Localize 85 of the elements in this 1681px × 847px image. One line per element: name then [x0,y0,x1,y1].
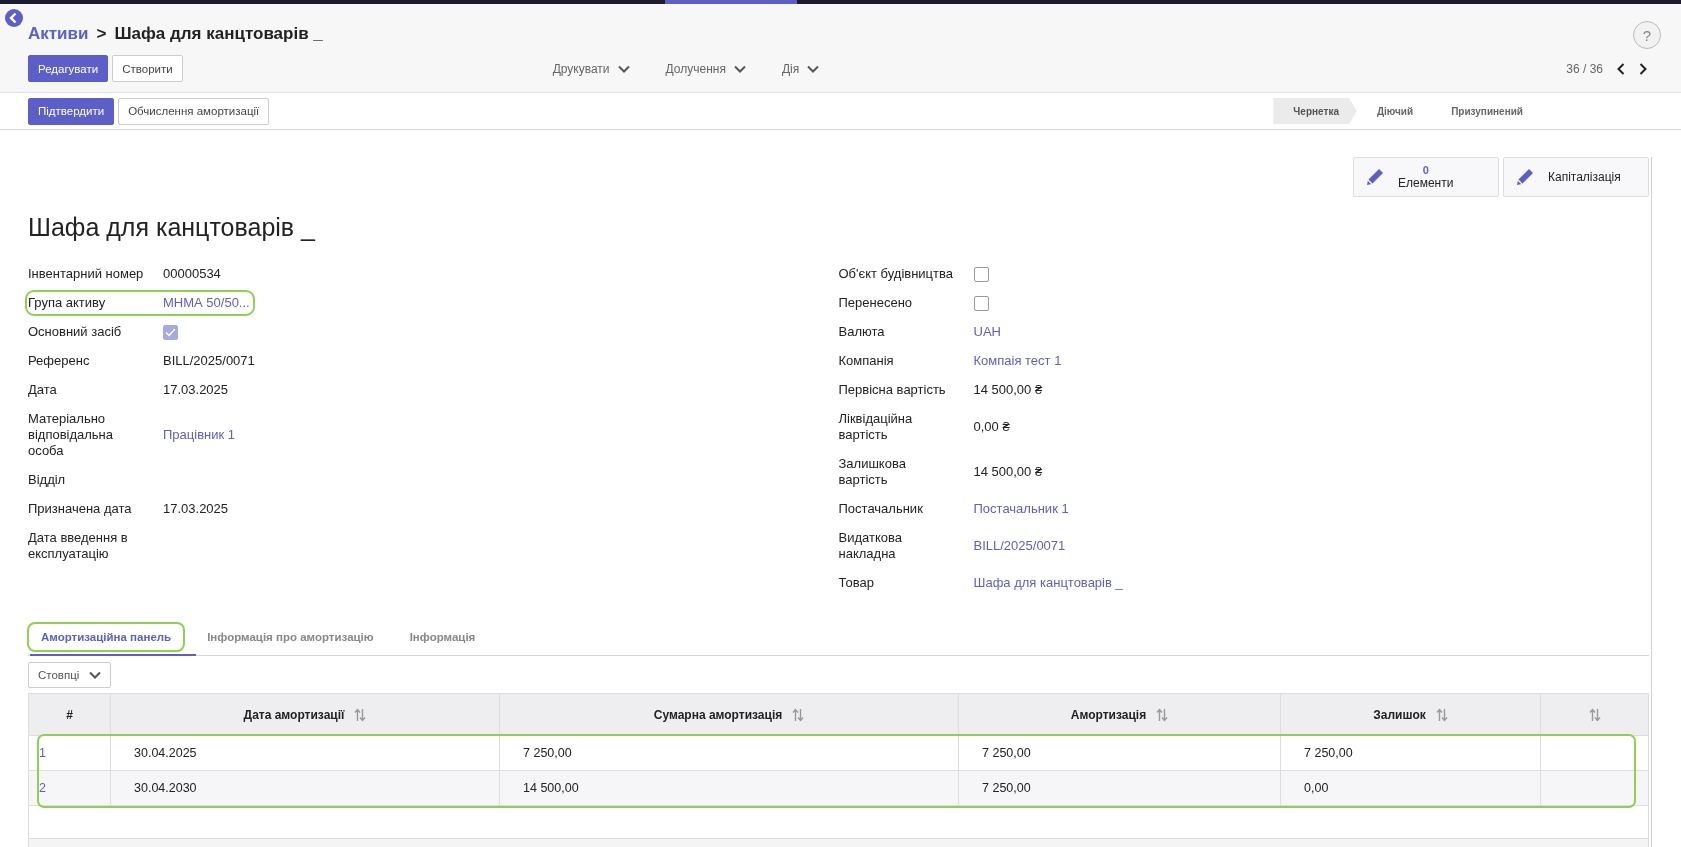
pager-counter: 36 / 36 [1566,61,1603,76]
field-label: Об'єкт будівництва [838,266,954,282]
table-cell: 7 250,00 [982,781,1031,795]
previous-icon[interactable] [1617,62,1625,75]
field-label: Дата введення в експлуатацію [28,530,129,562]
row-number[interactable]: 1 [39,746,46,760]
field-link[interactable]: BILL/2025/0071 [973,538,1066,554]
status-stage[interactable]: Чернетка [1273,98,1357,124]
dropdown-menu[interactable]: Долучення [659,60,752,77]
table-cell: 7 250,00 [982,746,1031,760]
table-cell: 7 250,00 [1304,746,1353,760]
compute-button[interactable]: Обчислення амортизації [118,97,270,125]
pencil-icon [1514,166,1536,188]
table-cell: 30.04.2025 [134,746,197,760]
field-link[interactable]: UAH [973,324,1001,340]
row-number[interactable]: 2 [39,781,46,795]
column-header[interactable]: Амортизація [1070,707,1147,722]
sort-icon[interactable] [1435,707,1448,722]
back-icon[interactable] [4,8,24,28]
field-label: Компанія [838,353,895,369]
field-label: Відділ [28,472,67,488]
caret-icon [733,64,746,73]
checkbox[interactable] [973,295,989,311]
create-button[interactable]: Створити [112,55,183,82]
field-link[interactable]: Компаія тест 1 [973,353,1062,369]
breadcrumb-current: Шафа для канцтоварів _ [114,24,323,44]
field-link[interactable]: МНМА 50/50... [163,295,250,311]
smart-button[interactable]: 0 Елементи [1353,157,1499,197]
tab[interactable]: Амортизаційна панель [30,625,183,649]
field-value: BILL/2025/0071 [163,353,255,369]
sort-icon[interactable] [354,707,367,722]
sort-icon[interactable] [792,707,805,722]
field-link[interactable]: Постачальник 1 [973,501,1069,517]
tab[interactable]: Інформація [398,625,487,649]
field-label: Товар [838,575,875,591]
edit-button[interactable]: Редагувати [28,55,109,82]
table-cell: 14 500,00 [523,781,579,795]
dropdown-menu[interactable]: Друкувати [546,60,636,77]
record-title: Шафа для канцтоварів _ [28,213,317,242]
field-label: Референс [28,353,91,369]
field-label: Первісна вартість [838,382,947,398]
next-icon[interactable] [1639,62,1647,75]
caret-icon [617,64,630,73]
caret-icon [89,671,102,679]
table-cell: 7 250,00 [523,746,572,760]
field-value: 0,00 ₴ [973,419,1010,435]
confirm-button[interactable]: Підтвердити [28,97,115,125]
column-header[interactable]: Залишок [1373,707,1426,722]
field-value: 14 500,00 ₴ [973,382,1043,398]
field-label: Перенесено [838,295,914,311]
field-value: 17.03.2025 [163,382,229,398]
field-label: Матеріально відповідальна особа [28,411,115,459]
field-link[interactable]: Працівник 1 [163,427,235,443]
field-value: 17.03.2025 [163,501,229,517]
sort-icon[interactable] [1156,707,1169,722]
field-label: Інвентарний номер [28,266,145,282]
pencil-icon [1364,166,1386,188]
field-label: Валюта [838,324,886,340]
checkbox[interactable] [163,324,178,340]
column-header[interactable]: Сумарна амортизація [653,707,783,722]
field-label: Дата [28,382,58,398]
field-label: Постачальник [838,501,924,517]
dropdown-menu[interactable]: Дія [775,60,826,77]
field-link[interactable]: Шафа для канцтоварів _ [973,575,1123,591]
field-label: Видаткова накладна [838,530,903,562]
breadcrumb-separator: > [96,24,107,44]
sort-icon[interactable] [1588,707,1601,722]
field-label: Група активу [28,295,107,311]
breadcrumb-link[interactable]: Активи [28,24,89,44]
smart-button[interactable]: Капіталізація [1503,157,1649,197]
table-cell: 30.04.2030 [134,781,197,795]
help-button[interactable]: ? [1633,21,1661,49]
field-label: Призначена дата [28,501,133,517]
field-label: Основний засіб [28,324,123,340]
checkbox[interactable] [973,266,989,282]
field-value: 00000534 [163,266,221,282]
column-header[interactable]: Дата амортизації [243,707,345,722]
field-label: Залишкова вартість [838,456,907,488]
table-cell: 0,00 [1304,781,1329,795]
field-label: Ліквідаційна вартість [838,411,914,443]
tab[interactable]: Інформація про амортизацію [196,625,385,649]
columns-dropdown[interactable]: Стовпці [28,662,112,688]
caret-icon [807,64,820,73]
column-header[interactable]: # [66,707,73,722]
field-value: 14 500,00 ₴ [973,464,1043,480]
